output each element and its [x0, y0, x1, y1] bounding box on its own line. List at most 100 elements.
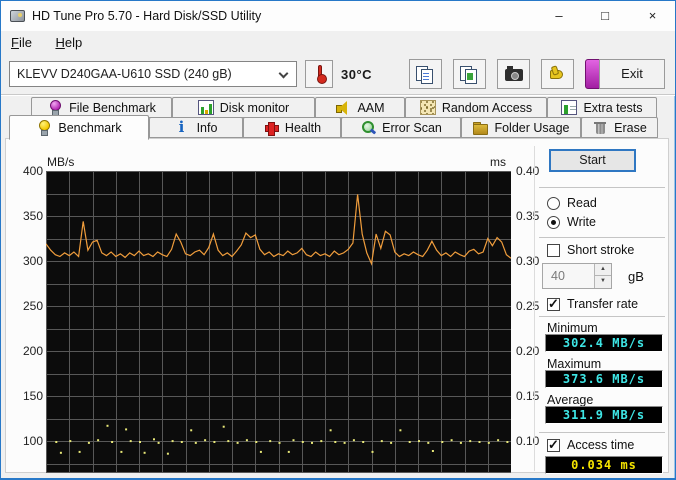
access-time-dot	[460, 442, 462, 444]
tab-random-access[interactable]: Random Access	[405, 97, 547, 118]
tab-label: AAM	[357, 101, 384, 115]
access-time-dot	[330, 429, 332, 431]
bulb-magenta-icon	[47, 100, 63, 115]
access-time-dot	[125, 428, 127, 430]
app-window: HD Tune Pro 5.70 - Hard Disk/SSD Utility…	[0, 0, 676, 480]
folder-icon	[472, 120, 488, 135]
access-time-dot	[223, 426, 225, 428]
access-time-dot	[60, 452, 62, 454]
short-stroke-checkbox[interactable]	[547, 244, 560, 257]
access-time-dot	[204, 439, 206, 441]
close-button[interactable]: ×	[629, 1, 676, 31]
info-icon	[175, 120, 191, 135]
maximum-value: 373.6 MB/s	[545, 370, 663, 388]
read-radio[interactable]	[547, 197, 560, 210]
spin-up-icon[interactable]: ▲	[594, 264, 611, 276]
access-time-dot	[195, 442, 197, 444]
tab-label: File Benchmark	[69, 101, 156, 115]
y-left-tick: 400	[3, 164, 43, 178]
bars-icon	[198, 100, 214, 115]
maximize-button[interactable]: □	[582, 1, 628, 31]
tab-label: Info	[197, 121, 218, 135]
access-time-dot	[418, 440, 420, 442]
menu-help[interactable]: Help	[45, 31, 92, 50]
separator	[539, 237, 665, 238]
access-time-dot	[372, 451, 374, 453]
y-left-tick: 300	[3, 254, 43, 268]
title-bar[interactable]: HD Tune Pro 5.70 - Hard Disk/SSD Utility…	[1, 1, 675, 31]
toolbar: KLEVV D240GAA-U610 SSD (240 gB) 30°C ↓ E…	[1, 54, 675, 94]
copy-image-button[interactable]	[453, 59, 486, 89]
health-cross-icon	[263, 120, 279, 135]
access-time-dot	[288, 451, 290, 453]
access-time-dot	[344, 442, 346, 444]
drive-select[interactable]: KLEVV D240GAA-U610 SSD (240 gB)	[9, 61, 297, 87]
start-button[interactable]: Start	[549, 149, 636, 172]
y-left-tick: 150	[3, 389, 43, 403]
access-time-dot	[451, 439, 453, 441]
access-time-dot	[390, 442, 392, 444]
tab-label: Erase	[614, 121, 647, 135]
write-radio[interactable]	[547, 216, 560, 229]
tab-erase[interactable]: Erase	[581, 117, 658, 138]
chart-grid-icon	[561, 100, 577, 115]
menu-bar: File Help	[1, 31, 675, 54]
access-time-dot	[55, 441, 57, 443]
bulb-yellow-icon	[36, 120, 52, 135]
access-time-dot	[293, 439, 295, 441]
tab-info[interactable]: Info	[149, 117, 243, 138]
access-time-dot	[120, 451, 122, 453]
camera-icon	[505, 69, 523, 81]
write-label: Write	[567, 215, 596, 229]
tab-benchmark[interactable]: Benchmark	[9, 115, 149, 140]
app-icon	[10, 10, 25, 22]
separator	[539, 316, 665, 317]
menu-file[interactable]: File	[1, 31, 42, 50]
access-time-dot	[381, 440, 383, 442]
magnifier-icon	[360, 120, 376, 135]
spin-down-icon[interactable]: ▼	[594, 276, 611, 288]
tab-folder-usage[interactable]: Folder Usage	[461, 117, 581, 138]
temperature-button[interactable]	[305, 60, 333, 88]
access-time-dot	[362, 441, 364, 443]
toolbar-separator	[1, 94, 675, 96]
access-time-dot	[353, 439, 355, 441]
separator	[539, 187, 665, 188]
tab-extra-tests[interactable]: Extra tests	[547, 97, 657, 118]
y-left-tick: 350	[3, 209, 43, 223]
access-time-dot	[469, 440, 471, 442]
minimum-label: Minimum	[547, 321, 598, 335]
transfer-rate-checkbox[interactable]	[547, 298, 560, 311]
donate-button[interactable]	[541, 59, 574, 89]
tab-label: Folder Usage	[494, 121, 569, 135]
access-time-dot	[139, 441, 141, 443]
access-time-dot	[260, 451, 262, 453]
window-title: HD Tune Pro 5.70 - Hard Disk/SSD Utility	[32, 9, 261, 23]
tab-aam[interactable]: AAM	[315, 97, 405, 118]
benchmark-chart	[46, 171, 511, 473]
capacity-stepper[interactable]: 40 ▲ ▼	[542, 263, 612, 289]
minimum-value: 302.4 MB/s	[545, 334, 663, 352]
access-time-dot	[144, 452, 146, 454]
access-time-dot	[172, 440, 174, 442]
tab-disk-monitor[interactable]: Disk monitor	[172, 97, 315, 118]
screenshot-button[interactable]	[497, 59, 530, 89]
tab-label: Disk monitor	[220, 101, 289, 115]
access-time-dot	[441, 441, 443, 443]
access-time-dot	[107, 425, 109, 427]
tab-error-scan[interactable]: Error Scan	[341, 117, 461, 138]
access-time-dot	[237, 442, 239, 444]
access-time-dot	[269, 440, 271, 442]
tab-label: Health	[285, 121, 321, 135]
tab-label: Extra tests	[583, 101, 642, 115]
access-time-dot	[320, 440, 322, 442]
exit-button[interactable]: Exit	[599, 59, 665, 89]
minimize-button[interactable]: –	[536, 1, 582, 31]
copy-text-button[interactable]	[409, 59, 442, 89]
y-axis-right-label: ms	[490, 155, 506, 169]
capacity-value: 40	[551, 269, 565, 283]
access-time-checkbox[interactable]	[547, 439, 560, 452]
access-time-dot	[399, 429, 401, 431]
tab-health[interactable]: Health	[243, 117, 341, 138]
dots-square-icon	[420, 100, 436, 115]
